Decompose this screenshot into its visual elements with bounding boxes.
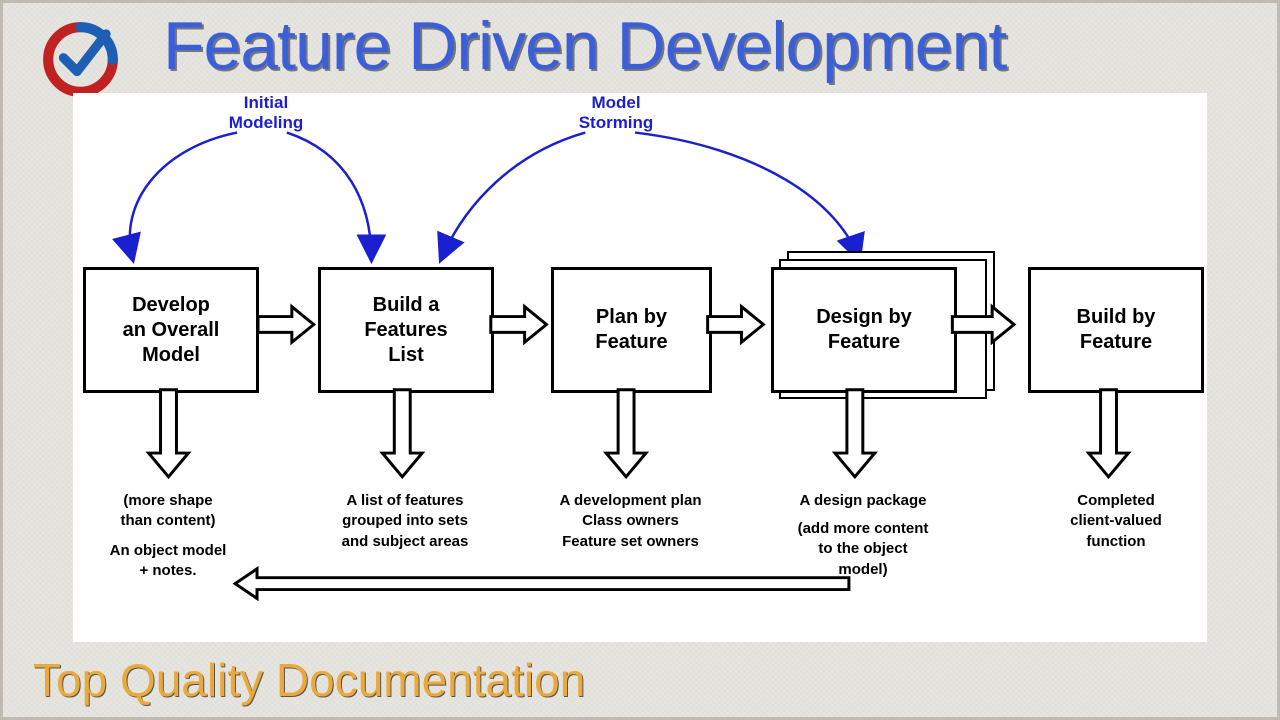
output-step1-b: An object model+ notes.: [88, 541, 248, 582]
page-title: Feature Driven Development: [163, 7, 1006, 85]
page-subtitle: Top Quality Documentation: [33, 653, 585, 707]
logo-icon: [33, 17, 128, 102]
output-step3: A development planClass ownersFeature se…: [528, 491, 733, 552]
fdd-diagram: InitialModeling ModelStorming Developan …: [73, 93, 1207, 642]
output-step1-a: (more shapethan content): [88, 491, 248, 532]
slide-frame: Feature Driven Development Top Quality D…: [0, 0, 1280, 720]
output-step5: Completedclient-valuedfunction: [1031, 491, 1201, 552]
output-step2: A list of featuresgrouped into setsand s…: [305, 491, 505, 552]
output-step4-a: A design package: [773, 491, 953, 511]
output-step4-b: (add more contentto the objectmodel): [773, 519, 953, 580]
